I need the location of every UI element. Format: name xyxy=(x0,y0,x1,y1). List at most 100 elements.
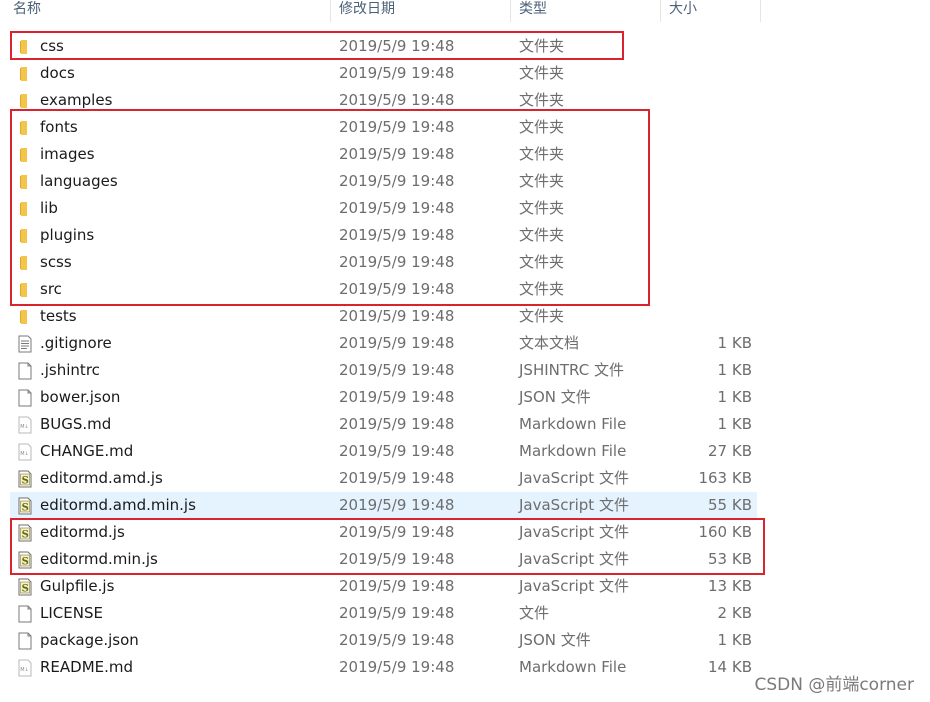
file-size: 13 KB xyxy=(708,577,752,595)
file-row[interactable]: scss 2019/5/9 19:48 文件夹 xyxy=(10,249,757,276)
file-name: src xyxy=(40,280,62,298)
column-divider[interactable] xyxy=(330,0,331,22)
file-type: 文件夹 xyxy=(519,253,565,271)
folder-icon xyxy=(16,173,34,191)
modified-date: 2019/5/9 19:48 xyxy=(339,496,455,514)
file-type: 文件夹 xyxy=(519,64,565,82)
file-name: editormd.min.js xyxy=(40,550,158,568)
file-name: editormd.amd.min.js xyxy=(40,496,196,514)
file-size: 1 KB xyxy=(717,334,752,352)
folder-icon xyxy=(16,92,34,110)
file-type: JSON 文件 xyxy=(519,388,591,406)
file-row[interactable]: Seditormd.js 2019/5/9 19:48 JavaScript 文件 1… xyxy=(10,519,757,546)
modified-date: 2019/5/9 19:48 xyxy=(339,577,455,595)
file-row[interactable]: package.json 2019/5/9 19:48 JSON 文件 1 KB xyxy=(10,627,757,654)
file-type: 文件夹 xyxy=(519,91,565,109)
blank-file-icon xyxy=(16,362,34,380)
svg-text:M↓: M↓ xyxy=(20,667,29,673)
file-size: 55 KB xyxy=(708,496,752,514)
modified-date: 2019/5/9 19:48 xyxy=(339,361,455,379)
js-file-icon: S xyxy=(16,578,34,596)
file-type: JSON 文件 xyxy=(519,631,591,649)
file-name: CHANGE.md xyxy=(40,442,134,460)
file-name: plugins xyxy=(40,226,95,244)
blank-file-icon xyxy=(16,605,34,623)
file-row[interactable]: M↓ BUGS.md 2019/5/9 19:48 Markdown File 1 KB xyxy=(10,411,757,438)
file-type: JavaScript 文件 xyxy=(519,496,629,514)
file-row[interactable]: tests 2019/5/9 19:48 文件夹 xyxy=(10,303,757,330)
watermark: CSDN @前端corner xyxy=(754,675,914,695)
file-row[interactable]: .gitignore 2019/5/9 19:48 文本文档 1 KB xyxy=(10,330,757,357)
modified-date: 2019/5/9 19:48 xyxy=(339,118,455,136)
column-size-header[interactable]: 大小 xyxy=(666,0,760,22)
js-file-icon: S xyxy=(16,551,34,569)
column-divider[interactable] xyxy=(510,0,511,22)
file-row[interactable]: examples 2019/5/9 19:48 文件夹 xyxy=(10,87,757,114)
file-name: scss xyxy=(40,253,72,271)
folder-icon xyxy=(16,281,34,299)
file-row[interactable]: M↓ README.md 2019/5/9 19:48 Markdown File 14… xyxy=(10,654,757,681)
file-name: bower.json xyxy=(40,388,121,406)
column-header: 名称 修改日期 类型 大小 xyxy=(0,0,930,22)
file-row[interactable]: Seditormd.amd.js 2019/5/9 19:48 JavaScript… xyxy=(10,465,757,492)
file-row[interactable]: .jshintrc 2019/5/9 19:48 JSHINTRC 文件 1 KB xyxy=(10,357,757,384)
modified-date: 2019/5/9 19:48 xyxy=(339,388,455,406)
file-type: 文件夹 xyxy=(519,280,565,298)
file-row[interactable]: fonts 2019/5/9 19:48 文件夹 xyxy=(10,114,757,141)
column-type-header[interactable]: 类型 xyxy=(516,0,660,22)
file-name: docs xyxy=(40,64,75,82)
file-type: JavaScript 文件 xyxy=(519,577,629,595)
file-row[interactable]: src 2019/5/9 19:48 文件夹 xyxy=(10,276,757,303)
file-size: 1 KB xyxy=(717,361,752,379)
folder-icon xyxy=(16,119,34,137)
file-row[interactable]: S Gulpfile.js 2019/5/9 19:48 JavaScript 文件 1… xyxy=(10,573,757,600)
column-name-header[interactable]: 名称 xyxy=(10,0,330,22)
modified-date: 2019/5/9 19:48 xyxy=(339,334,455,352)
file-size: 2 KB xyxy=(717,604,752,622)
modified-date: 2019/5/9 19:48 xyxy=(339,631,455,649)
folder-icon xyxy=(16,227,34,245)
column-date-header[interactable]: 修改日期 xyxy=(336,0,510,22)
svg-text:S: S xyxy=(22,584,29,595)
column-divider[interactable] xyxy=(660,0,661,22)
file-row[interactable]: images 2019/5/9 19:48 文件夹 xyxy=(10,141,757,168)
file-row[interactable]: plugins 2019/5/9 19:48 文件夹 xyxy=(10,222,757,249)
svg-text:S: S xyxy=(22,476,29,487)
file-row[interactable]: LICENSE 2019/5/9 19:48 文件 2 KB xyxy=(10,600,757,627)
blank-file-icon xyxy=(16,632,34,650)
file-size: 1 KB xyxy=(717,415,752,433)
js-file-icon: S xyxy=(16,470,34,488)
file-row[interactable]: languages 2019/5/9 19:48 文件夹 xyxy=(10,168,757,195)
file-type: JavaScript 文件 xyxy=(519,550,629,568)
file-name: .jshintrc xyxy=(40,361,100,379)
file-row[interactable]: lib 2019/5/9 19:48 文件夹 xyxy=(10,195,757,222)
file-name: tests xyxy=(40,307,77,325)
file-name: editormd.js xyxy=(40,523,125,541)
markdown-file-icon: M↓ xyxy=(16,443,34,461)
file-type: JSHINTRC 文件 xyxy=(519,361,624,379)
file-name: package.json xyxy=(40,631,139,649)
file-row[interactable]: docs 2019/5/9 19:48 文件夹 xyxy=(10,60,757,87)
file-type: 文件夹 xyxy=(519,145,565,163)
column-divider[interactable] xyxy=(760,0,761,22)
file-row[interactable]: Seditormd.min.js 2019/5/9 19:48 JavaScript… xyxy=(10,546,757,573)
text-file-icon xyxy=(16,335,34,353)
folder-icon xyxy=(16,38,34,56)
file-name: fonts xyxy=(40,118,78,136)
file-name: .gitignore xyxy=(40,334,112,352)
file-name: Gulpfile.js xyxy=(40,577,115,595)
file-row[interactable]: css 2019/5/9 19:48 文件夹 xyxy=(10,33,757,60)
file-type: JavaScript 文件 xyxy=(519,523,629,541)
modified-date: 2019/5/9 19:48 xyxy=(339,37,455,55)
file-name: README.md xyxy=(40,658,134,676)
file-row[interactable]: M↓ CHANGE.md 2019/5/9 19:48 Markdown File 27… xyxy=(10,438,757,465)
file-row[interactable]: bower.json 2019/5/9 19:48 JSON 文件 1 KB xyxy=(10,384,757,411)
file-row[interactable]: Seditormd.amd.min.js 2019/5/9 19:48 JavaSc… xyxy=(10,492,757,519)
modified-date: 2019/5/9 19:48 xyxy=(339,253,455,271)
markdown-file-icon: M↓ xyxy=(16,659,34,677)
modified-date: 2019/5/9 19:48 xyxy=(339,226,455,244)
file-size: 53 KB xyxy=(708,550,752,568)
folder-icon xyxy=(16,146,34,164)
file-name: BUGS.md xyxy=(40,415,112,433)
file-name: lib xyxy=(40,199,58,217)
